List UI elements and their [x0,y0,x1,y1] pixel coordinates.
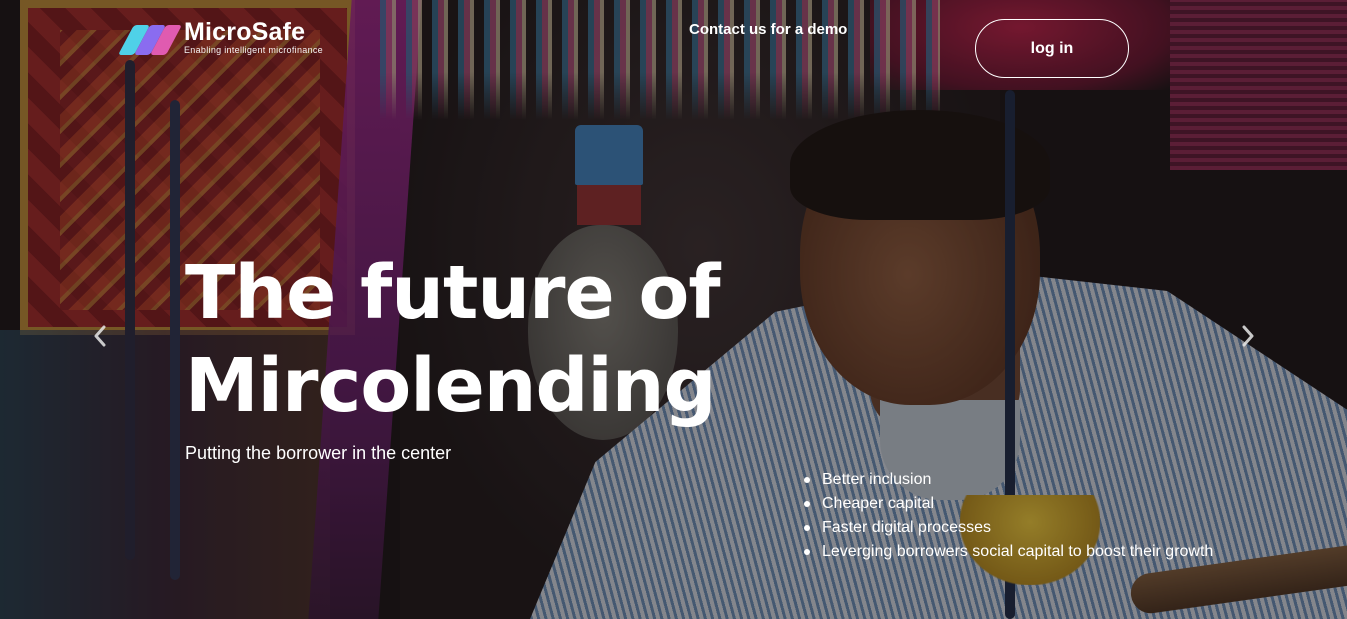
login-button[interactable]: log in [975,19,1129,78]
benefits-list: Better inclusion Cheaper capital Faster … [804,468,1213,564]
list-item: Faster digital processes [804,516,1213,540]
logo-tagline: Enabling intelligent microfinance [184,45,323,55]
headline-line-1: The future of [185,250,721,336]
bullet-icon [804,501,810,507]
hero-section: MicroSafe Enabling intelligent microfina… [0,0,1347,619]
bullet-icon [804,477,810,483]
bullet-icon [804,525,810,531]
logo[interactable]: MicroSafe Enabling intelligent microfina… [118,17,323,57]
logo-name: MicroSafe [184,18,306,46]
microsafe-logo-icon [118,17,182,57]
hero-subtitle: Putting the borrower in the center [185,443,452,463]
contact-demo-link[interactable]: Contact us for a demo [689,21,847,38]
bullet-icon [804,549,810,555]
carousel-prev-button[interactable] [88,322,112,350]
carousel-next-button[interactable] [1236,322,1260,350]
chevron-left-icon [94,325,106,347]
headline-line-2: Mircolending [185,343,716,429]
chevron-right-icon [1242,325,1254,347]
list-item: Better inclusion [804,468,1213,492]
hero-headline: The future of Mircolending [185,247,745,433]
list-item: Leverging borrowers social capital to bo… [804,540,1213,564]
list-item: Cheaper capital [804,492,1213,516]
